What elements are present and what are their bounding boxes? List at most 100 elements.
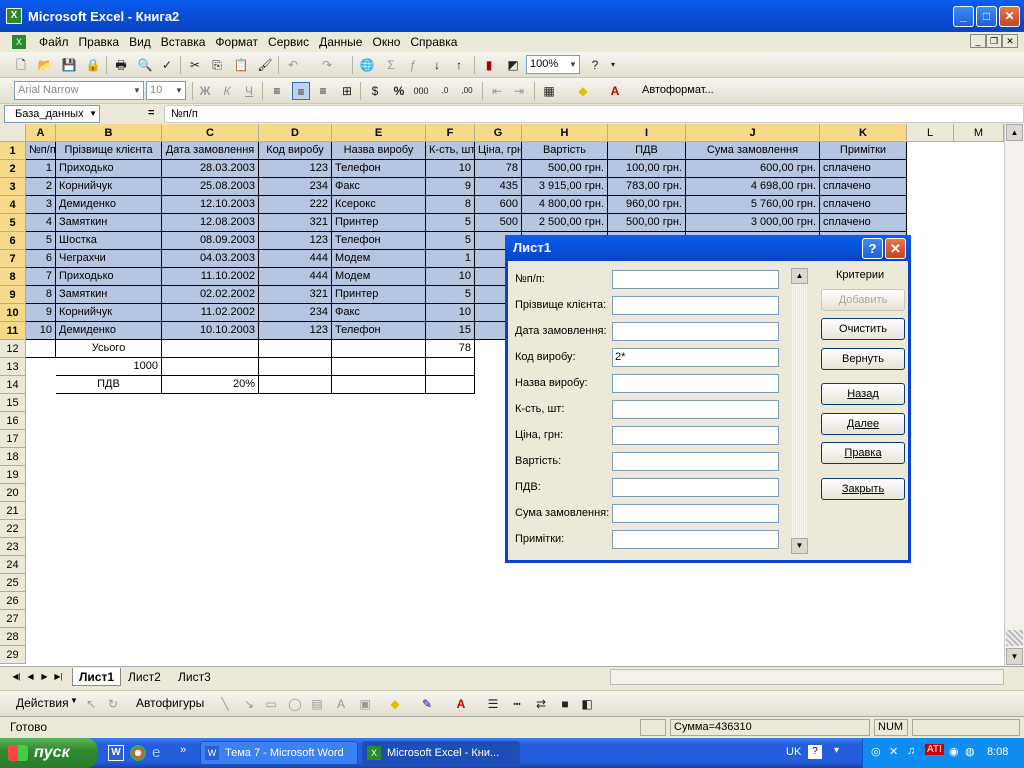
maximize-button[interactable]: □ [976, 6, 997, 27]
data-cell[interactable]: 25.08.2003 [162, 178, 259, 196]
data-cell[interactable]: 7 [26, 268, 56, 286]
sort-ascending-icon[interactable]: ↓ [428, 56, 446, 74]
cell[interactable] [259, 376, 332, 394]
row-header-27[interactable]: 27 [0, 610, 26, 628]
row-header-28[interactable]: 28 [0, 628, 26, 646]
excel-app-icon[interactable]: X [6, 8, 22, 24]
select-objects-icon[interactable]: ↖ [82, 695, 100, 713]
hyperlink-icon[interactable]: 🌐 [358, 56, 376, 74]
data-cell[interactable]: 8 [426, 196, 475, 214]
increase-decimal-icon[interactable]: ,0 [436, 82, 454, 100]
header-cell[interactable]: Прізвище клієнта [56, 142, 162, 160]
data-cell[interactable]: 1 [26, 160, 56, 178]
data-cell[interactable]: Замяткин [56, 286, 162, 304]
pdv-label-cell[interactable]: ПДВ [56, 376, 162, 394]
print-preview-icon[interactable]: 🔍 [136, 56, 154, 74]
italic-icon[interactable]: К [218, 82, 236, 100]
row-header-13[interactable]: 13 [0, 358, 26, 376]
data-cell[interactable]: 4 800,00 грн. [522, 196, 608, 214]
rectangle-icon[interactable]: ▭ [262, 695, 280, 713]
cell[interactable] [332, 376, 426, 394]
column-header-a[interactable]: A [26, 124, 56, 142]
sheet-tab-1[interactable]: Лист1 [72, 668, 122, 686]
open-icon[interactable]: 📂 [36, 56, 54, 74]
row-header-29[interactable]: 29 [0, 646, 26, 664]
prev-sheet-icon[interactable]: ◀ [24, 670, 37, 684]
sheet-tab-2[interactable]: Лист2 [122, 668, 167, 686]
row-header-19[interactable]: 19 [0, 466, 26, 484]
redo-icon[interactable]: ↷ [318, 56, 336, 74]
header-cell[interactable]: Ціна, грн [475, 142, 522, 160]
back-button[interactable]: Назад [821, 383, 905, 405]
data-cell[interactable]: 4 698,00 грн. [686, 178, 820, 196]
ati-icon[interactable]: ATI [925, 744, 944, 755]
menu-file[interactable]: Файл [34, 35, 74, 49]
data-cell[interactable]: 234 [259, 304, 332, 322]
data-cell[interactable]: Корнийчук [56, 304, 162, 322]
field-input[interactable] [612, 478, 779, 497]
shadow-icon[interactable]: ■ [556, 695, 574, 713]
field-input[interactable] [612, 374, 779, 393]
formula-input[interactable]: №п/п [164, 105, 1024, 123]
row-header-5[interactable]: 5 [0, 214, 26, 232]
next-button[interactable]: Далее [821, 413, 905, 435]
data-cell[interactable]: 08.09.2003 [162, 232, 259, 250]
column-header-j[interactable]: J [686, 124, 820, 142]
autoshapes-menu[interactable]: Автофигуры [136, 696, 204, 710]
minimize-button[interactable]: _ [953, 6, 974, 27]
row-header-21[interactable]: 21 [0, 502, 26, 520]
permission-icon[interactable]: 🔒 [84, 56, 102, 74]
field-input[interactable] [612, 426, 779, 445]
row-header-24[interactable]: 24 [0, 556, 26, 574]
insert-picture-icon[interactable]: ▣ [356, 695, 374, 713]
data-cell[interactable]: Принтер [332, 286, 426, 304]
menu-insert[interactable]: Вставка [156, 35, 211, 49]
data-cell[interactable]: Замяткин [56, 214, 162, 232]
align-right-icon[interactable]: ≡ [314, 82, 332, 100]
row-header-3[interactable]: 3 [0, 178, 26, 196]
data-cell[interactable]: Демиденко [56, 322, 162, 340]
data-cell[interactable]: 500,00 грн. [522, 160, 608, 178]
save-icon[interactable]: 💾 [60, 56, 78, 74]
total-label-cell[interactable]: Усього [56, 340, 162, 358]
line-icon[interactable]: ╲ [216, 695, 234, 713]
font-color-icon[interactable]: A [452, 695, 470, 713]
column-header-i[interactable]: I [608, 124, 686, 142]
field-input[interactable] [612, 296, 779, 315]
header-cell[interactable]: Дата замовлення [162, 142, 259, 160]
column-header-h[interactable]: H [522, 124, 608, 142]
wordart-icon[interactable]: A [332, 695, 350, 713]
data-cell[interactable]: 3 [26, 196, 56, 214]
scroll-up-icon[interactable]: ▲ [1006, 124, 1023, 141]
data-cell[interactable]: Чеграхчи [56, 250, 162, 268]
cell[interactable] [332, 358, 426, 376]
word-quicklaunch-icon[interactable]: W [108, 745, 124, 761]
data-cell[interactable]: 500,00 грн. [608, 214, 686, 232]
tray-icon-1[interactable]: ◎ [871, 745, 881, 758]
rate-base-cell[interactable]: 1000 [56, 358, 162, 376]
data-cell[interactable]: Демиденко [56, 196, 162, 214]
tray-icon-5[interactable]: ◉ [949, 745, 959, 758]
row-header-15[interactable]: 15 [0, 394, 26, 412]
sort-descending-icon[interactable]: ↑ [450, 56, 468, 74]
data-cell[interactable]: 12.10.2003 [162, 196, 259, 214]
header-cell[interactable]: Сума замовлення [686, 142, 820, 160]
data-cell[interactable]: Шостка [56, 232, 162, 250]
field-input[interactable] [612, 322, 779, 341]
function-icon[interactable]: ƒ [404, 56, 422, 74]
currency-icon[interactable]: $ [366, 82, 384, 100]
menu-help[interactable]: Справка [405, 35, 462, 49]
data-cell[interactable]: 10 [426, 160, 475, 178]
close-dialog-button[interactable]: Закрыть [821, 478, 905, 500]
merge-center-icon[interactable]: ⊞ [338, 82, 356, 100]
arrow-style-icon[interactable]: ⇄ [532, 695, 550, 713]
font-combo[interactable]: Arial Narrow ▼ [14, 81, 144, 100]
cell[interactable] [162, 340, 259, 358]
print-icon[interactable]: 🖶 [112, 56, 130, 74]
header-cell[interactable]: ПДВ [608, 142, 686, 160]
record-scrollbar[interactable]: ▲ ▼ [791, 268, 808, 554]
percent-icon[interactable]: % [390, 82, 408, 100]
data-cell[interactable]: 123 [259, 322, 332, 340]
doc-close-button[interactable]: ✕ [1002, 34, 1018, 48]
header-cell[interactable]: К-сть, шт [426, 142, 475, 160]
